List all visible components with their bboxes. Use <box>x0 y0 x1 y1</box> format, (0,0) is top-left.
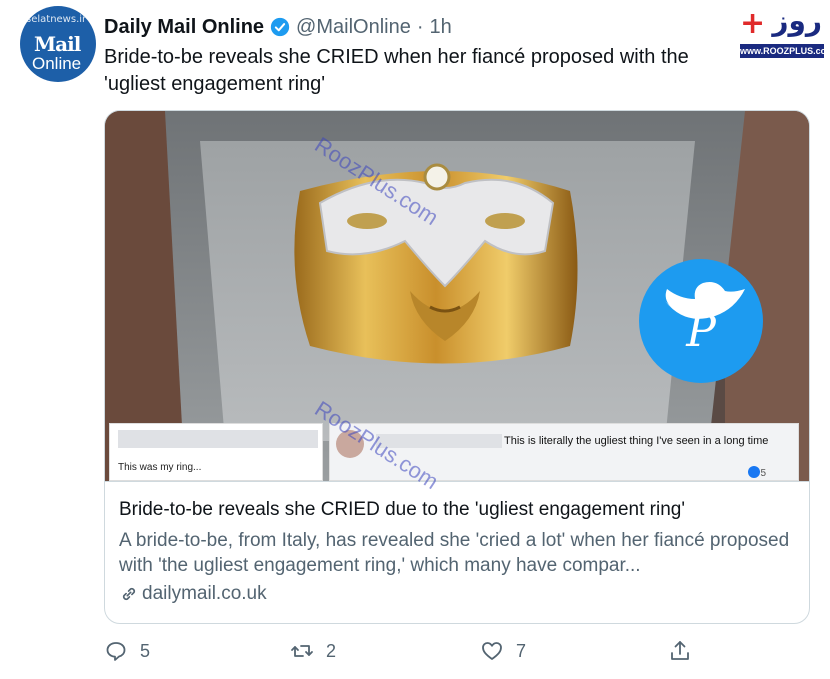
author-handle[interactable]: @MailOnline <box>296 16 411 39</box>
avatar-mail-text: Mail <box>34 32 81 56</box>
reply-button[interactable]: 5 <box>104 636 150 666</box>
share-button[interactable] <box>668 636 704 666</box>
twitter-badge-letter: P <box>685 306 717 357</box>
heart-icon <box>482 642 502 660</box>
inset-comment-text: This is literally the ugliest thing I've… <box>376 432 796 451</box>
share-icon <box>671 641 689 660</box>
link-icon <box>122 587 136 601</box>
link-title[interactable]: Bride-to-be reveals she CRIED due to the… <box>119 498 797 522</box>
logo-plus: + <box>740 6 766 41</box>
tweet-actions: 5 2 7 <box>104 636 704 666</box>
link-card[interactable]: P This was my ring... This is literally … <box>104 110 810 624</box>
separator-dot: · <box>416 15 424 38</box>
avatar-online-text: Online <box>32 54 82 73</box>
author-name[interactable]: Daily Mail Online <box>104 16 264 39</box>
tweet-text: Bride-to-be reveals she CRIED when her f… <box>104 46 689 95</box>
commenter-avatar <box>336 430 364 458</box>
verified-badge-icon <box>270 17 290 37</box>
blurred-name <box>118 430 318 448</box>
retweet-icon <box>291 645 313 657</box>
retweet-count: 2 <box>326 640 337 661</box>
reaction-count: 5 <box>760 468 766 479</box>
comment-body: This is literally the ugliest thing I've… <box>504 435 769 447</box>
like-button[interactable]: 7 <box>480 636 526 666</box>
avatar[interactable]: selatnews.ir Mail Online <box>20 6 96 82</box>
site-logo: + روز www.ROOZPLUS.com <box>738 4 830 58</box>
reply-icon <box>106 642 126 661</box>
avatar-watermark: selatnews.ir <box>26 14 87 25</box>
tweet-timestamp[interactable]: 1h <box>430 16 452 39</box>
tweet-header: Daily Mail Online @MailOnline · 1h <box>104 14 452 40</box>
like-reaction-icon <box>748 466 760 478</box>
logo-name: روز <box>772 4 822 37</box>
inset-comment-right: This is literally the ugliest thing I've… <box>329 423 799 481</box>
logo-url: www.ROOZPLUS.com <box>740 44 830 58</box>
retweet-button[interactable]: 2 <box>290 636 336 666</box>
link-description: A bride-to-be, from Italy, has revealed … <box>119 530 790 576</box>
link-domain-text: dailymail.co.uk <box>142 583 267 604</box>
like-count: 7 <box>516 640 527 661</box>
inset-left-caption: This was my ring... <box>118 462 202 473</box>
link-info[interactable]: Bride-to-be reveals she CRIED due to the… <box>105 481 809 623</box>
card-photo[interactable]: P This was my ring... This is literally … <box>105 111 809 481</box>
link-domain[interactable]: dailymail.co.uk <box>119 582 797 606</box>
inset-post-left: This was my ring... <box>109 423 323 481</box>
reply-count: 5 <box>140 640 151 661</box>
